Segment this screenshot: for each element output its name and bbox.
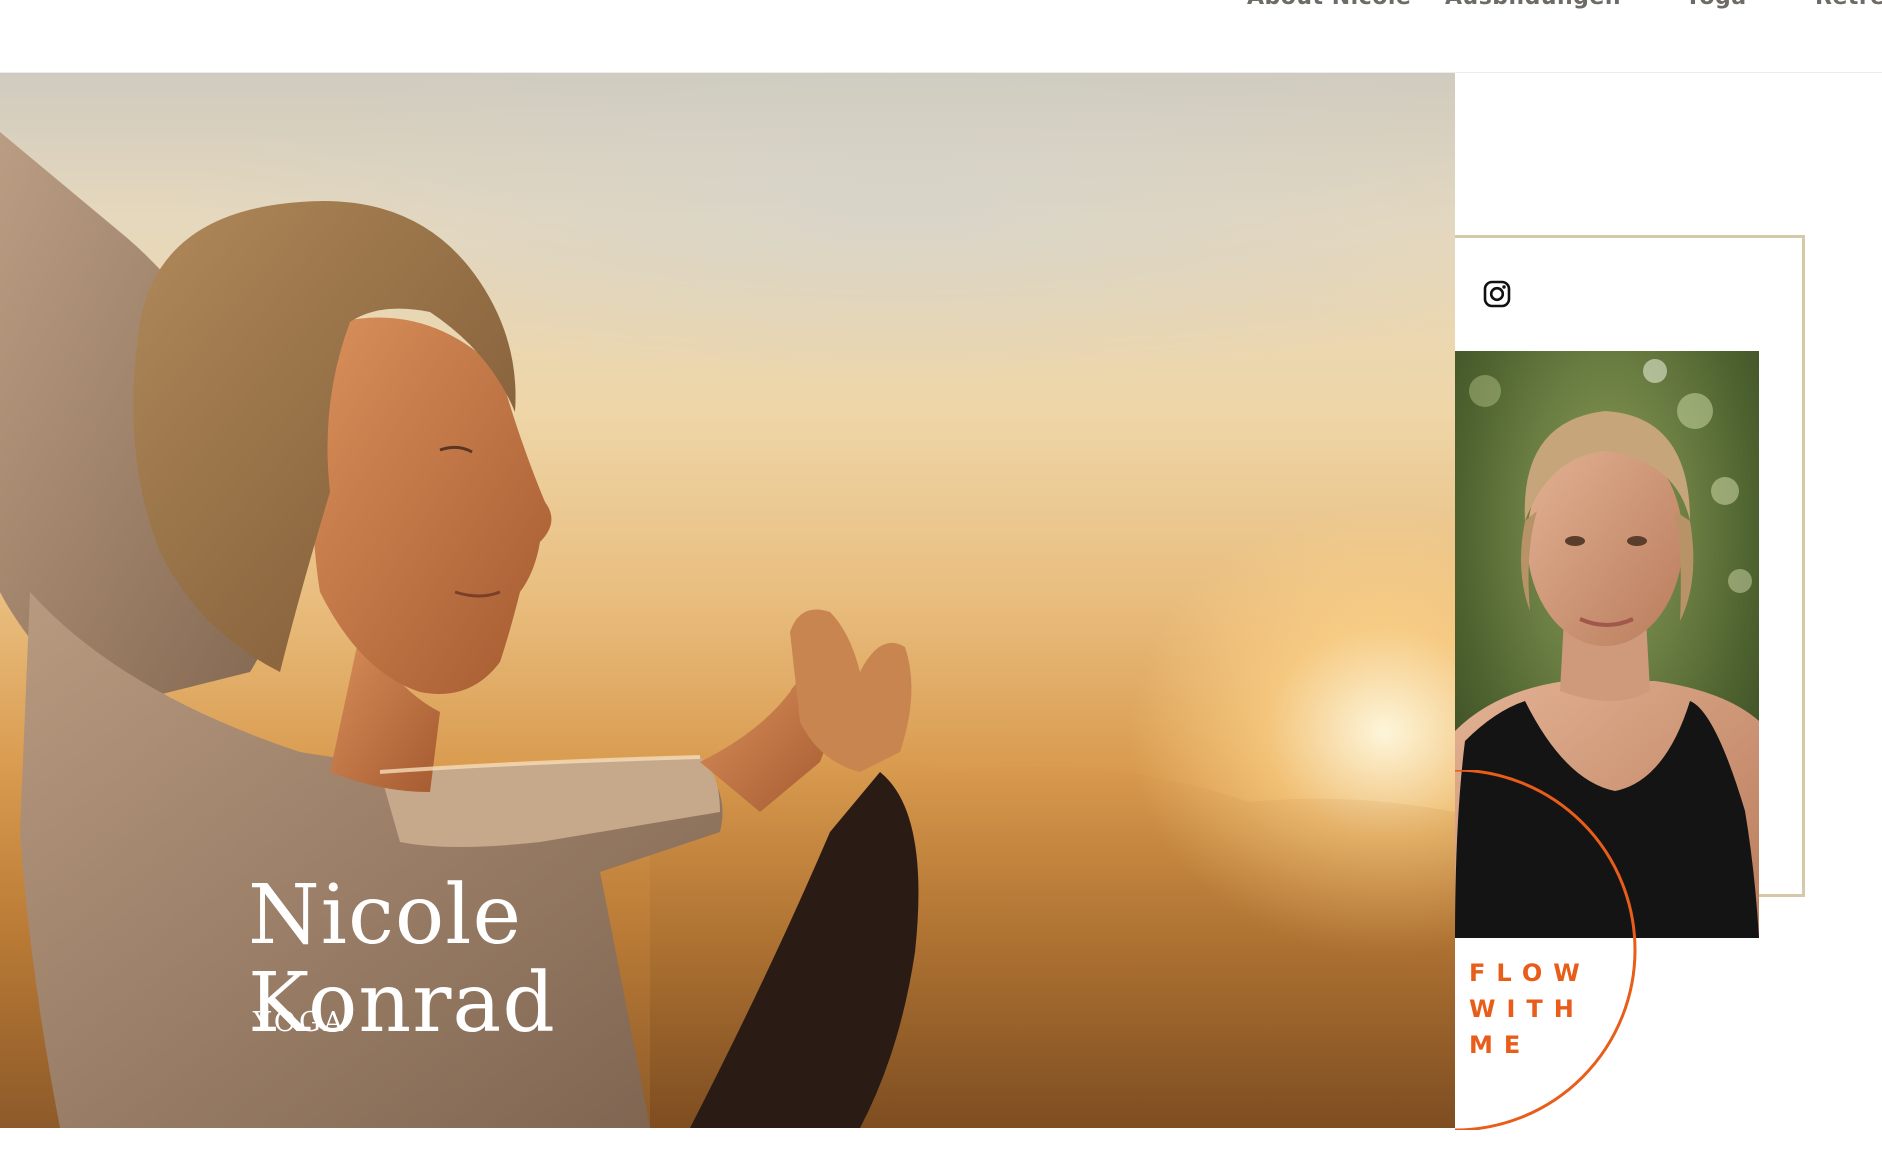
hero-section: Nicole Konrad YOGA bbox=[0, 72, 1455, 1128]
top-navigation: About Nicole Ausbildungen Yoga Retre bbox=[0, 0, 1882, 73]
decorative-circle bbox=[1455, 770, 1645, 1130]
instagram-icon[interactable] bbox=[1483, 280, 1511, 308]
tagline-word: FLOW bbox=[1469, 959, 1591, 987]
hero-subtitle: YOGA bbox=[253, 1007, 347, 1038]
nav-link-yoga[interactable]: Yoga bbox=[1685, 0, 1747, 10]
nav-link-about-nicole[interactable]: About Nicole bbox=[1247, 0, 1411, 10]
nav-link-ausbildungen[interactable]: Ausbildungen bbox=[1445, 0, 1621, 10]
tagline-word: WITH bbox=[1469, 995, 1585, 1023]
tagline-word: ME bbox=[1469, 1031, 1532, 1059]
nav-link-retreats[interactable]: Retre bbox=[1815, 0, 1882, 10]
hero-title-first-name: Nicole bbox=[248, 867, 523, 963]
tagline: FLOW WITH ME bbox=[1469, 955, 1591, 1063]
hero-photo bbox=[0, 132, 1455, 1128]
